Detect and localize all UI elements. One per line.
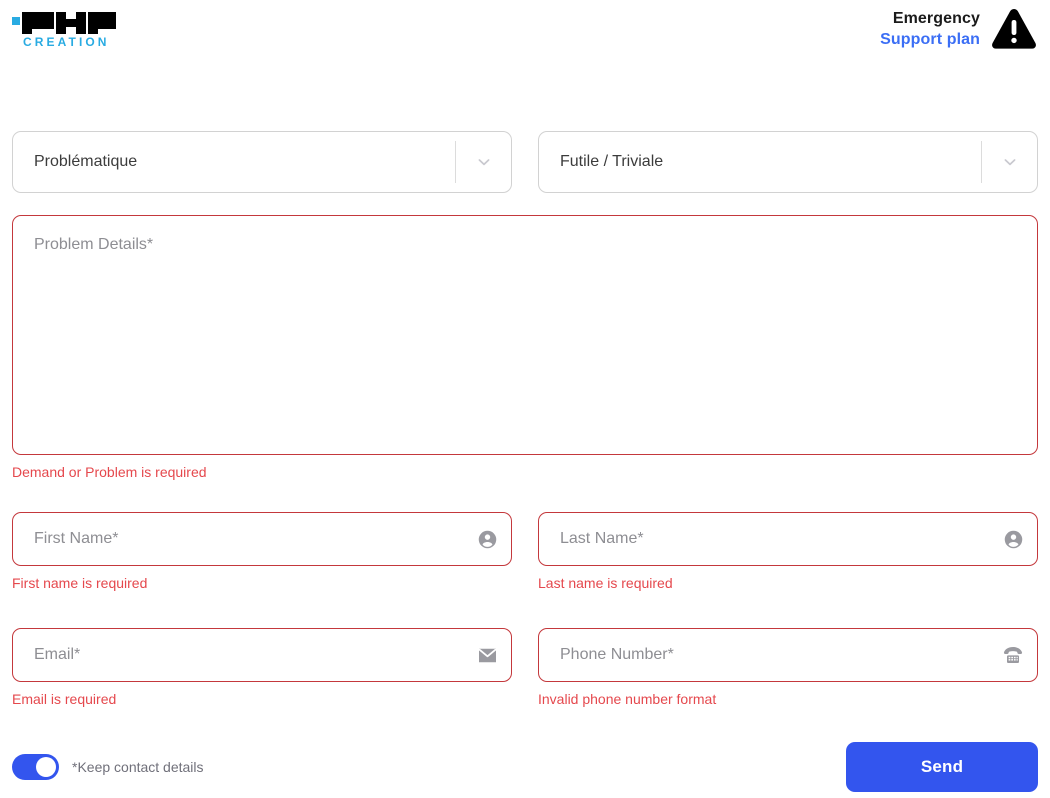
chevron-down-icon[interactable] <box>982 154 1037 170</box>
brand-logo[interactable]: CREATION <box>12 8 116 48</box>
email-placeholder: Email* <box>13 646 463 664</box>
envelope-icon <box>463 647 511 664</box>
php-creation-logo-icon: CREATION <box>12 8 116 48</box>
keep-contact-details-group: *Keep contact details <box>12 754 204 780</box>
email-error: Email is required <box>12 691 512 707</box>
category-select[interactable]: Problématique <box>12 131 512 193</box>
category-select-value: Problématique <box>13 153 455 171</box>
last-name-placeholder: Last Name* <box>539 530 989 548</box>
form-row-problem-details: Problem Details* <box>12 215 1038 455</box>
account-circle-icon <box>463 529 511 550</box>
last-name-error: Last name is required <box>538 575 1038 591</box>
send-button[interactable]: Send <box>846 742 1038 792</box>
last-name-input[interactable]: Last Name* <box>538 512 1038 566</box>
form-row-contact: Email* Email is required Phone Number* <box>12 628 1038 682</box>
keep-contact-details-toggle[interactable] <box>12 754 59 780</box>
telephone-icon <box>989 645 1037 665</box>
problem-details-textarea[interactable]: Problem Details* <box>12 215 1038 455</box>
toggle-knob <box>36 757 56 777</box>
severity-select-field: Futile / Triviale <box>538 131 1038 193</box>
severity-select[interactable]: Futile / Triviale <box>538 131 1038 193</box>
form-row-selects: Problématique Futile / Triviale <box>12 131 1038 193</box>
support-plan-link[interactable]: Support plan <box>880 29 980 50</box>
phone-error: Invalid phone number format <box>538 691 1038 707</box>
account-circle-icon <box>989 529 1037 550</box>
emergency-label: Emergency <box>880 8 980 29</box>
phone-input[interactable]: Phone Number* <box>538 628 1038 682</box>
first-name-field: First Name* First name is required <box>12 512 512 591</box>
emergency-support-block: Emergency Support plan <box>880 5 1038 53</box>
form-footer: *Keep contact details Send <box>12 742 1038 792</box>
email-field: Email* Email is required <box>12 628 512 707</box>
phone-field: Phone Number* <box>538 628 1038 707</box>
keep-contact-details-label: *Keep contact details <box>72 759 204 775</box>
phone-placeholder: Phone Number* <box>539 646 989 664</box>
problem-details-error: Demand or Problem is required <box>12 464 1038 480</box>
emergency-text-group: Emergency Support plan <box>880 5 980 50</box>
last-name-field: Last Name* Last name is required <box>538 512 1038 591</box>
problem-details-error-row: Demand or Problem is required <box>12 464 1038 480</box>
first-name-input[interactable]: First Name* <box>12 512 512 566</box>
page-header: CREATION Emergency Support plan <box>0 0 1050 62</box>
first-name-placeholder: First Name* <box>13 530 463 548</box>
severity-select-value: Futile / Triviale <box>539 153 981 171</box>
warning-triangle-icon[interactable] <box>990 5 1038 53</box>
email-input[interactable]: Email* <box>12 628 512 682</box>
form-row-names: First Name* First name is required Last … <box>12 512 1038 566</box>
svg-text:CREATION: CREATION <box>23 35 110 48</box>
first-name-error: First name is required <box>12 575 512 591</box>
category-select-field: Problématique <box>12 131 512 193</box>
chevron-down-icon[interactable] <box>456 154 511 170</box>
problem-details-placeholder: Problem Details* <box>34 236 153 253</box>
